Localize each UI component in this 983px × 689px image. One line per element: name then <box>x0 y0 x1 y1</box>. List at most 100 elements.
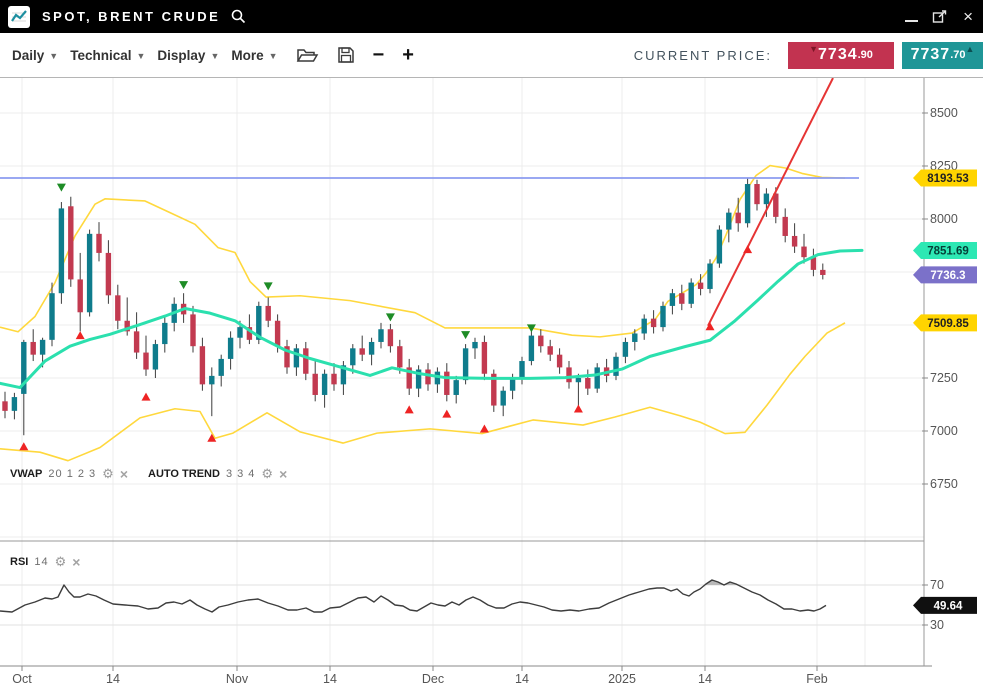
candlestick <box>670 293 675 306</box>
candlestick <box>143 353 148 370</box>
sell-signal-marker <box>57 184 66 192</box>
signal-markers <box>19 184 752 451</box>
buy-signal-marker <box>405 405 414 413</box>
candlestick <box>557 355 562 368</box>
candlestick <box>2 401 7 411</box>
candlestick <box>313 374 318 395</box>
price-badge: 7509.85 <box>913 314 977 331</box>
ask-price-int: 7737 <box>911 46 951 64</box>
search-icon[interactable] <box>230 8 247 25</box>
candlestick <box>642 319 647 334</box>
sell-signal-marker <box>264 282 273 290</box>
technical-dropdown[interactable]: Technical▼ <box>70 48 145 63</box>
buy-signal-marker <box>480 424 489 432</box>
open-folder-icon[interactable] <box>296 46 319 64</box>
candlestick <box>538 336 543 347</box>
candlestick <box>162 323 167 344</box>
timeframe-dropdown[interactable]: Daily▼ <box>12 48 58 63</box>
candlestick <box>360 348 365 354</box>
date-axis-label: 14 <box>323 672 337 686</box>
toolbar: Daily▼ Technical▼ Display▼ More▼ − + <box>0 33 983 77</box>
candlesticks <box>2 178 825 436</box>
candlestick <box>228 338 233 359</box>
price-badge: 7736.3 <box>913 266 977 283</box>
rsi-axis-label: 30 <box>930 618 944 632</box>
svg-text:8193.53: 8193.53 <box>927 173 969 185</box>
candlestick <box>576 378 581 382</box>
candlestick <box>660 306 665 327</box>
up-tick-icon: ▲ <box>965 45 974 54</box>
save-icon[interactable] <box>337 46 355 64</box>
candlestick <box>303 348 308 373</box>
svg-text:49.64: 49.64 <box>934 600 963 612</box>
candlestick <box>689 283 694 304</box>
candlestick <box>698 283 703 289</box>
candlestick <box>31 342 36 355</box>
candlestick <box>529 336 534 361</box>
bid-price-int: 7734 <box>818 46 858 64</box>
price-chart-svg[interactable]: 8500825080007250700067507030Oct14Nov14De… <box>0 78 983 689</box>
date-axis-label: Oct <box>12 672 32 686</box>
more-dropdown[interactable]: More▼ <box>231 48 277 63</box>
candlestick <box>275 321 280 346</box>
zoom-out-button[interactable]: − <box>373 45 385 65</box>
candlestick <box>237 327 242 338</box>
candlestick <box>96 234 101 253</box>
chart-area[interactable]: 8500825080007250700067507030Oct14Nov14De… <box>0 77 983 689</box>
buy-signal-marker <box>19 442 28 450</box>
window-title: SPOT, BRENT CRUDE <box>42 9 220 24</box>
buy-signal-marker <box>743 245 752 253</box>
zoom-in-button[interactable]: + <box>402 45 414 65</box>
candlestick <box>40 340 45 355</box>
candlestick <box>369 342 374 355</box>
candlestick <box>209 376 214 384</box>
candlestick <box>595 367 600 388</box>
date-axis-label: Nov <box>226 672 249 686</box>
candlestick <box>764 194 769 205</box>
display-dropdown[interactable]: Display▼ <box>157 48 219 63</box>
rsi-settings-gear-icon[interactable]: ⚙ <box>55 556 67 568</box>
candlestick <box>651 319 656 327</box>
candlestick <box>501 391 506 406</box>
price-axis-label: 7250 <box>930 371 958 385</box>
candlestick <box>106 253 111 295</box>
candlestick <box>266 306 271 321</box>
candlestick <box>736 213 741 224</box>
buy-signal-marker <box>574 405 583 413</box>
vwap-settings-gear-icon[interactable]: ⚙ <box>102 468 114 480</box>
rsi-remove-icon[interactable]: × <box>72 556 80 568</box>
candlestick <box>397 346 402 367</box>
title-bar: SPOT, BRENT CRUDE × <box>0 0 983 33</box>
vwap-legend-params: 20 1 2 3 <box>48 468 96 480</box>
axes[interactable]: 8500825080007250700067507030Oct14Nov14De… <box>0 78 958 686</box>
price-badge: 7851.69 <box>913 242 977 259</box>
rsi-legend: RSI 14 ⚙ × <box>10 556 80 568</box>
candlestick <box>200 346 205 384</box>
date-axis-label: 14 <box>106 672 120 686</box>
date-axis-label: 14 <box>515 672 529 686</box>
date-axis-label: 2025 <box>608 672 636 686</box>
ask-price-badge: 7737 .70 ▲ <box>902 42 983 69</box>
candlestick <box>444 372 449 395</box>
candlestick <box>783 217 788 236</box>
candlestick <box>219 359 224 376</box>
vwap-remove-icon[interactable]: × <box>120 468 128 480</box>
candlestick <box>632 333 637 341</box>
vwap-legend: VWAP 20 1 2 3 ⚙ × AUTO TREND 3 3 4 ⚙ × <box>10 468 287 480</box>
candlestick <box>12 397 17 411</box>
popout-button[interactable] <box>932 9 949 24</box>
candlestick <box>707 264 712 289</box>
autotrend-remove-icon[interactable]: × <box>279 468 287 480</box>
rsi-axis-label: 70 <box>930 578 944 592</box>
candlestick <box>613 357 618 376</box>
minimize-button[interactable] <box>905 12 918 22</box>
candlestick <box>454 380 459 395</box>
rsi-legend-params: 14 <box>34 556 48 568</box>
svg-text:7509.85: 7509.85 <box>927 318 969 330</box>
candlestick <box>49 293 54 340</box>
chevron-down-icon: ▼ <box>269 51 278 61</box>
candlestick <box>519 361 524 378</box>
down-tick-icon: ▼ <box>809 45 818 54</box>
autotrend-settings-gear-icon[interactable]: ⚙ <box>261 468 273 480</box>
close-button[interactable]: × <box>963 8 973 25</box>
